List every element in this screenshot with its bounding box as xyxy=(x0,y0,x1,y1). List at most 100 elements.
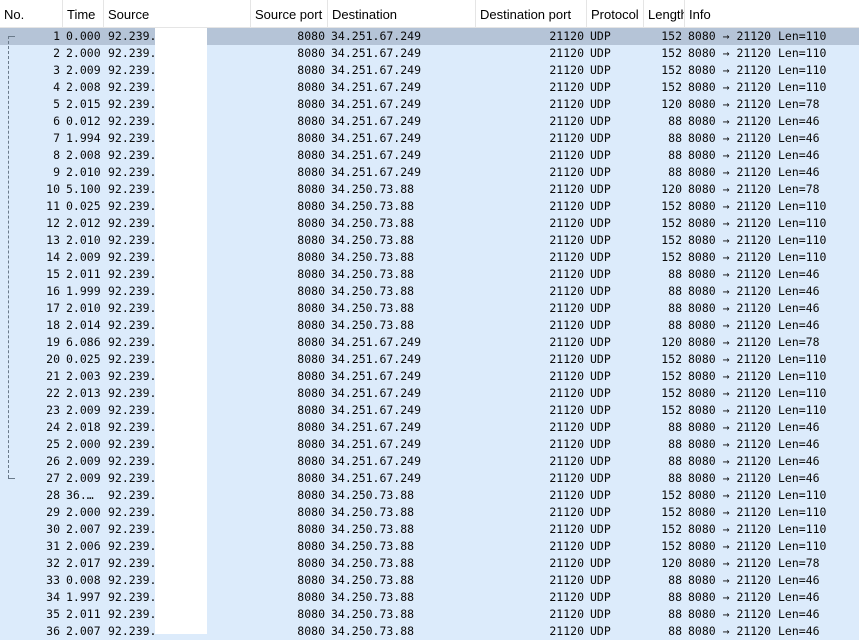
cell-length: 88 xyxy=(668,437,682,451)
table-row[interactable]: 7 1.994 92.239. 8080 34.251.67.249 21120 UDP 88… xyxy=(0,130,859,147)
cell-protocol: UDP xyxy=(590,165,611,179)
column-header-destination[interactable]: Destination xyxy=(328,0,476,27)
cell-destination-port: 21120 xyxy=(549,216,584,230)
cell-info: 8080 → 21120 Len=110 xyxy=(688,386,827,400)
table-row[interactable]: 9 2.010 92.239. 8080 34.251.67.249 21120 UDP 88… xyxy=(0,164,859,181)
table-row[interactable]: 22 2.013 92.239. 8080 34.251.67.249 21120 UDP 1… xyxy=(0,385,859,402)
cell-protocol: UDP xyxy=(590,335,611,349)
column-header-destination-port[interactable]: Destination port xyxy=(476,0,587,27)
cell-time: 2.007 xyxy=(66,522,101,536)
column-header-time[interactable]: Time xyxy=(63,0,104,27)
table-row[interactable]: 14 2.009 92.239. 8080 34.250.73.88 21120 UDP 15… xyxy=(0,249,859,266)
column-header-source[interactable]: Source xyxy=(104,0,251,27)
cell-destination-port: 21120 xyxy=(549,573,584,587)
table-row[interactable]: 11 0.025 92.239. 8080 34.250.73.88 21120 UDP 15… xyxy=(0,198,859,215)
table-row[interactable]: 34 1.997 92.239. 8080 34.250.73.88 21120 UDP 88… xyxy=(0,589,859,606)
cell-time: 0.008 xyxy=(66,573,101,587)
cell-time: 36.… xyxy=(66,488,94,502)
cell-time: 2.015 xyxy=(66,97,101,111)
table-row[interactable]: 24 2.018 92.239. 8080 34.251.67.249 21120 UDP 8… xyxy=(0,419,859,436)
table-row[interactable]: 13 2.010 92.239. 8080 34.250.73.88 21120 UDP 15… xyxy=(0,232,859,249)
cell-time: 2.008 xyxy=(66,148,101,162)
cell-length: 152 xyxy=(661,63,682,77)
cell-destination: 34.251.67.249 xyxy=(331,454,422,468)
column-header-length[interactable]: Length xyxy=(644,0,685,27)
cell-length: 152 xyxy=(661,199,682,213)
cell-length: 88 xyxy=(668,624,682,638)
column-header-info[interactable]: Info xyxy=(685,0,859,27)
table-row[interactable]: 20 0.025 92.239. 8080 34.251.67.249 21120 UDP 1… xyxy=(0,351,859,368)
cell-destination-port: 21120 xyxy=(549,505,584,519)
table-row[interactable]: 32 2.017 92.239. 8080 34.250.73.88 21120 UDP 12… xyxy=(0,555,859,572)
table-row[interactable]: 33 0.008 92.239. 8080 34.250.73.88 21120 UDP 88… xyxy=(0,572,859,589)
cell-time: 2.011 xyxy=(66,267,101,281)
table-row[interactable]: 12 2.012 92.239. 8080 34.250.73.88 21120 UDP 15… xyxy=(0,215,859,232)
cell-info: 8080 → 21120 Len=110 xyxy=(688,80,827,94)
cell-info: 8080 → 21120 Len=46 xyxy=(688,318,820,332)
table-row[interactable]: 29 2.000 92.239. 8080 34.250.73.88 21120 UDP 15… xyxy=(0,504,859,521)
cell-source-port: 8080 xyxy=(297,607,325,621)
cell-info: 8080 → 21120 Len=78 xyxy=(688,335,820,349)
cell-destination-port: 21120 xyxy=(549,182,584,196)
table-row[interactable]: 4 2.008 92.239. 8080 34.251.67.249 21120 UDP 15… xyxy=(0,79,859,96)
cell-destination: 34.250.73.88 xyxy=(331,505,415,519)
cell-info: 8080 → 21120 Len=110 xyxy=(688,63,827,77)
column-header-protocol[interactable]: Protocol xyxy=(587,0,644,27)
table-row[interactable]: 30 2.007 92.239. 8080 34.250.73.88 21120 UDP 15… xyxy=(0,521,859,538)
table-row[interactable]: 27 2.009 92.239. 8080 34.251.67.249 21120 UDP 8… xyxy=(0,470,859,487)
table-row[interactable]: 10 5.100 92.239. 8080 34.250.73.88 21120 UDP 12… xyxy=(0,181,859,198)
table-row[interactable]: 5 2.015 92.239. 8080 34.251.67.249 21120 UDP 12… xyxy=(0,96,859,113)
cell-destination-port: 21120 xyxy=(549,607,584,621)
cell-length: 152 xyxy=(661,46,682,60)
table-row[interactable]: 15 2.011 92.239. 8080 34.250.73.88 21120 UDP 88… xyxy=(0,266,859,283)
cell-time: 2.018 xyxy=(66,420,101,434)
table-row[interactable]: 25 2.000 92.239. 8080 34.251.67.249 21120 UDP 8… xyxy=(0,436,859,453)
cell-time: 1.994 xyxy=(66,131,101,145)
cell-time: 2.000 xyxy=(66,437,101,451)
cell-destination: 34.251.67.249 xyxy=(331,165,422,179)
cell-destination-port: 21120 xyxy=(549,199,584,213)
table-row[interactable]: 1 0.000 92.239. 8080 34.251.67.249 21120 UDP 15… xyxy=(0,28,859,45)
cell-info: 8080 → 21120 Len=46 xyxy=(688,301,820,315)
cell-no: 30 xyxy=(46,522,60,536)
column-header-no[interactable]: No. xyxy=(0,0,63,27)
cell-source-port: 8080 xyxy=(297,284,325,298)
cell-protocol: UDP xyxy=(590,148,611,162)
cell-source-port: 8080 xyxy=(297,539,325,553)
cell-length: 152 xyxy=(661,233,682,247)
table-row[interactable]: 26 2.009 92.239. 8080 34.251.67.249 21120 UDP 8… xyxy=(0,453,859,470)
table-row[interactable]: 19 6.086 92.239. 8080 34.251.67.249 21120 UDP 1… xyxy=(0,334,859,351)
cell-destination-port: 21120 xyxy=(549,267,584,281)
cell-source-port: 8080 xyxy=(297,505,325,519)
table-row[interactable]: 6 0.012 92.239. 8080 34.251.67.249 21120 UDP 88… xyxy=(0,113,859,130)
table-row[interactable]: 35 2.011 92.239. 8080 34.250.73.88 21120 UDP 88… xyxy=(0,606,859,623)
table-row[interactable]: 8 2.008 92.239. 8080 34.251.67.249 21120 UDP 88… xyxy=(0,147,859,164)
cell-destination-port: 21120 xyxy=(549,131,584,145)
cell-protocol: UDP xyxy=(590,216,611,230)
column-header-source-port[interactable]: Source port xyxy=(251,0,328,27)
cell-destination: 34.250.73.88 xyxy=(331,624,415,638)
cell-protocol: UDP xyxy=(590,590,611,604)
table-row[interactable]: 23 2.009 92.239. 8080 34.251.67.249 21120 UDP 1… xyxy=(0,402,859,419)
table-row[interactable]: 17 2.010 92.239. 8080 34.250.73.88 21120 UDP 88… xyxy=(0,300,859,317)
table-row[interactable]: 21 2.003 92.239. 8080 34.251.67.249 21120 UDP 1… xyxy=(0,368,859,385)
cell-time: 2.009 xyxy=(66,471,101,485)
table-row[interactable]: 3 2.009 92.239. 8080 34.251.67.249 21120 UDP 15… xyxy=(0,62,859,79)
cell-source-port: 8080 xyxy=(297,46,325,60)
cell-destination: 34.250.73.88 xyxy=(331,488,415,502)
cell-info: 8080 → 21120 Len=110 xyxy=(688,488,827,502)
cell-time: 2.008 xyxy=(66,80,101,94)
table-row[interactable]: 31 2.006 92.239. 8080 34.250.73.88 21120 UDP 15… xyxy=(0,538,859,555)
table-row[interactable]: 28 36.… 92.239. 8080 34.250.73.88 21120 UDP 152… xyxy=(0,487,859,504)
table-row[interactable]: 2 2.000 92.239. 8080 34.251.67.249 21120 UDP 15… xyxy=(0,45,859,62)
cell-destination-port: 21120 xyxy=(549,63,584,77)
cell-length: 152 xyxy=(661,386,682,400)
cell-protocol: UDP xyxy=(590,522,611,536)
cell-no: 31 xyxy=(46,539,60,553)
table-row[interactable]: 18 2.014 92.239. 8080 34.250.73.88 21120 UDP 88… xyxy=(0,317,859,334)
table-row[interactable]: 36 2.007 92.239. 8080 34.250.73.88 21120 UDP 88… xyxy=(0,623,859,640)
cell-destination-port: 21120 xyxy=(549,165,584,179)
table-row[interactable]: 16 1.999 92.239. 8080 34.250.73.88 21120 UDP 88… xyxy=(0,283,859,300)
cell-source-port: 8080 xyxy=(297,369,325,383)
cell-destination: 34.250.73.88 xyxy=(331,216,415,230)
